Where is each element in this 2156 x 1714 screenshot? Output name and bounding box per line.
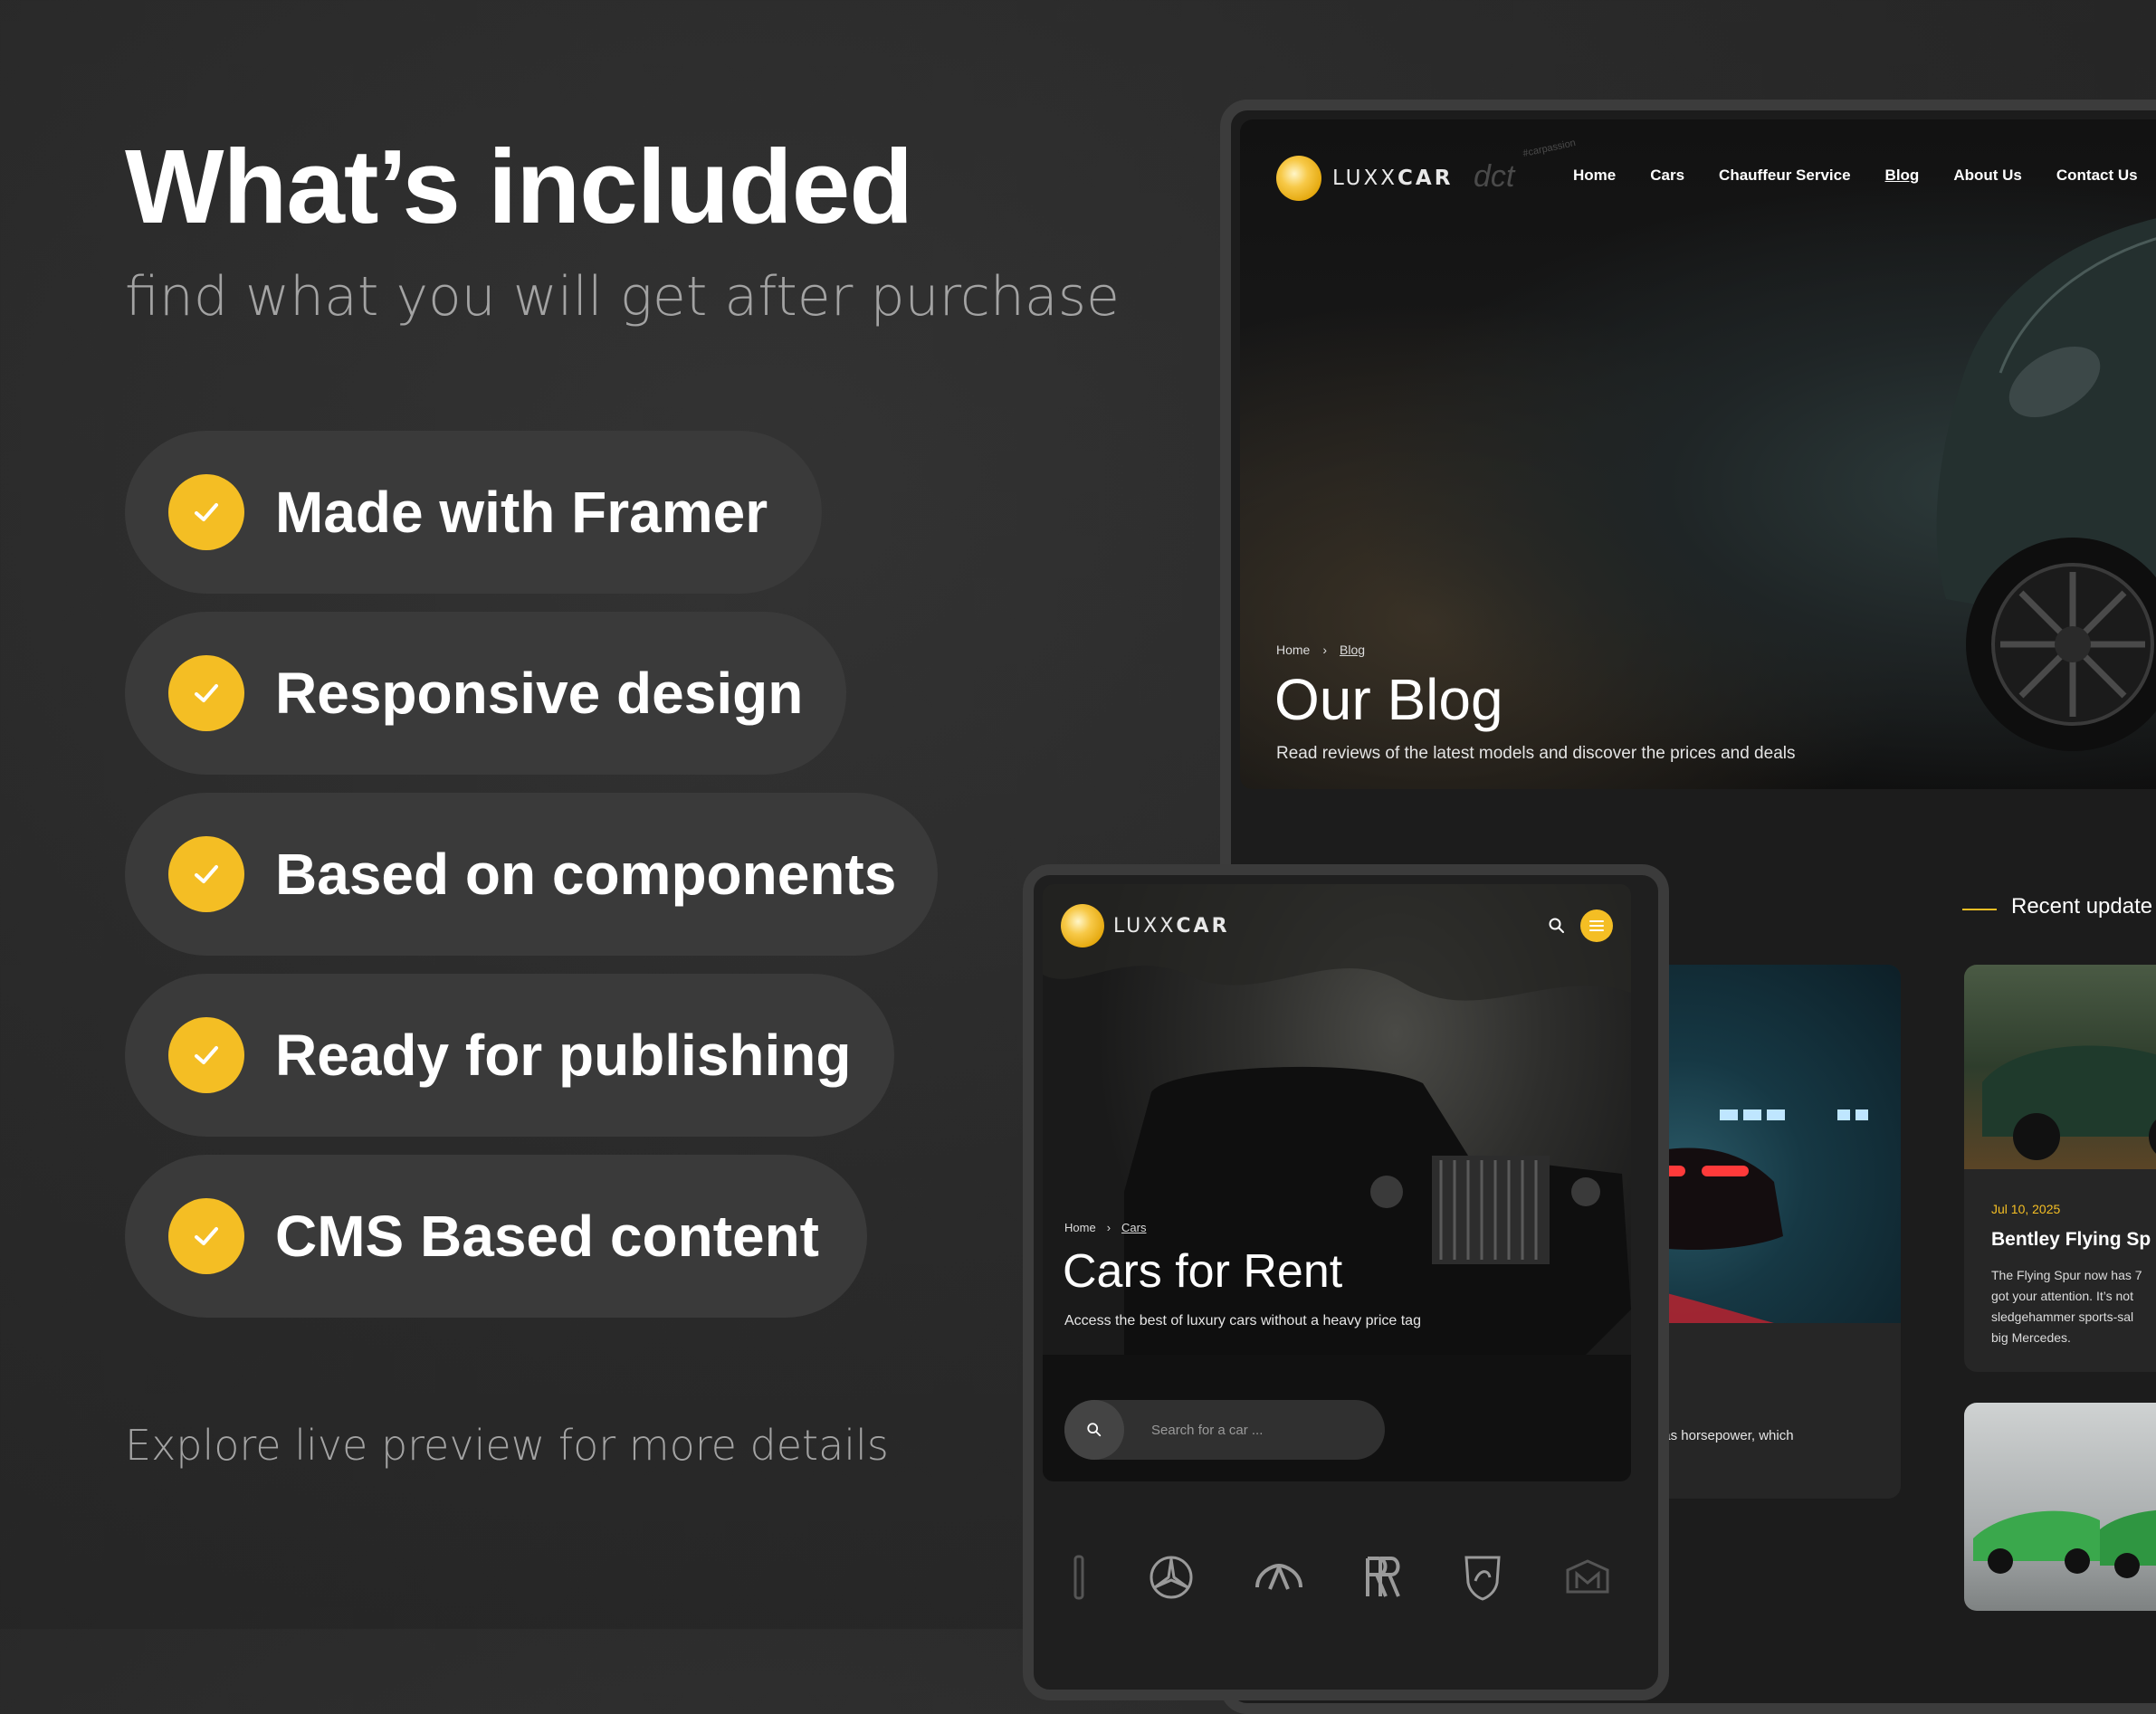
- main-nav: Home Cars Chauffeur Service Blog About U…: [1573, 167, 2156, 185]
- lincoln-icon[interactable]: [1070, 1555, 1088, 1600]
- breadcrumb: Home › Blog: [1276, 643, 1365, 657]
- brand-name-bold: CAR: [1398, 167, 1454, 190]
- cars-hero: LUXXCAR Home › Cars Cars for Rent Access…: [1043, 884, 1631, 1481]
- feature-label: Made with Framer: [275, 480, 768, 545]
- maybach-icon[interactable]: [1562, 1557, 1613, 1597]
- menu-button[interactable]: [1580, 909, 1613, 942]
- brand-logo[interactable]: LUXXCAR: [1276, 156, 1453, 201]
- tablet-mockup: LUXXCAR Home › Cars Cars for Rent Access…: [1023, 864, 1669, 1700]
- brand-name-light: LUXX: [1113, 914, 1177, 938]
- chevron-right-icon: ›: [1106, 1221, 1111, 1234]
- breadcrumb: Home › Cars: [1064, 1221, 1146, 1234]
- search-button[interactable]: [1064, 1400, 1124, 1460]
- mercedes-icon[interactable]: [1148, 1554, 1195, 1601]
- car-image: [1936, 218, 2156, 751]
- watermark-logo: dct: [1474, 159, 1515, 194]
- nav-about-us[interactable]: About Us: [1953, 167, 2022, 185]
- breadcrumb-home[interactable]: Home: [1064, 1221, 1096, 1234]
- nav-cars[interactable]: Cars: [1650, 167, 1684, 185]
- headline: What’s included: [125, 128, 913, 245]
- feature-pill: Ready for publishing: [125, 974, 894, 1137]
- breadcrumb-home[interactable]: Home: [1276, 643, 1310, 657]
- excerpt-line: got your attention. It’s not: [1991, 1289, 2133, 1303]
- brand-logos: [1070, 1554, 1613, 1601]
- brand-name-bold: CAR: [1176, 914, 1230, 938]
- check-icon: [168, 836, 244, 912]
- logo-icon: [1276, 156, 1321, 201]
- check-icon: [168, 1198, 244, 1274]
- lamborghini-icon[interactable]: [1463, 1554, 1503, 1601]
- check-icon: [168, 655, 244, 731]
- logo-icon: [1061, 904, 1104, 947]
- accent-line: [1962, 909, 1997, 910]
- excerpt-line: sledgehammer sports-sal: [1991, 1309, 2134, 1324]
- rolls-royce-icon[interactable]: [1364, 1555, 1404, 1600]
- car-image: [1043, 884, 1631, 1481]
- feature-pill: Responsive design: [125, 612, 846, 775]
- explore-text: Explore live preview for more details: [125, 1421, 889, 1470]
- feature-label: Based on components: [275, 842, 897, 907]
- check-icon: [168, 1017, 244, 1093]
- feature-pill: CMS Based content: [125, 1155, 867, 1318]
- nav-blog[interactable]: Blog: [1885, 167, 1920, 185]
- recent-post-image: [1964, 965, 2156, 1169]
- recent-post-date: Jul 10, 2025: [1991, 1202, 2061, 1216]
- recent-post-image: [1964, 1403, 2156, 1611]
- recent-post-card[interactable]: [1964, 1403, 2156, 1611]
- feature-label: Ready for publishing: [275, 1023, 852, 1088]
- feature-label: Responsive design: [275, 661, 804, 726]
- nav-home[interactable]: Home: [1573, 167, 1616, 185]
- page-subtitle: Access the best of luxury cars without a…: [1064, 1313, 1421, 1328]
- blog-hero: LUXXCAR dct #carpassion Home Cars Chauff…: [1240, 119, 2156, 789]
- recent-post-excerpt: The Flying Spur now has 7 got your atten…: [1991, 1265, 2142, 1348]
- feature-label: CMS Based content: [275, 1204, 819, 1269]
- page-title: Cars for Rent: [1063, 1245, 1343, 1298]
- brand-logo[interactable]: LUXXCAR: [1061, 904, 1230, 947]
- infiniti-icon[interactable]: [1254, 1562, 1304, 1593]
- search-icon[interactable]: [1548, 917, 1566, 939]
- breadcrumb-current[interactable]: Blog: [1340, 643, 1365, 657]
- page-subtitle: Read reviews of the latest models and di…: [1276, 744, 1796, 763]
- watermark-tag: #carpassion: [1522, 137, 1577, 160]
- page-title: Our Blog: [1274, 667, 1503, 732]
- nav-chauffeur-service[interactable]: Chauffeur Service: [1719, 167, 1851, 185]
- breadcrumb-current[interactable]: Cars: [1121, 1221, 1146, 1234]
- excerpt-line: The Flying Spur now has 7: [1991, 1268, 2142, 1282]
- recent-post-title: Bentley Flying Sp: [1991, 1229, 2151, 1250]
- feature-pill: Based on components: [125, 793, 938, 956]
- excerpt-line: big Mercedes.: [1991, 1330, 2071, 1345]
- search-bar[interactable]: Search for a car ...: [1064, 1400, 1385, 1460]
- feature-pill: Made with Framer: [125, 431, 822, 594]
- recent-post-card[interactable]: Jul 10, 2025 Bentley Flying Sp The Flyin…: [1964, 965, 2156, 1372]
- search-input[interactable]: Search for a car ...: [1151, 1423, 1263, 1438]
- chevron-right-icon: ›: [1322, 643, 1328, 657]
- menu-icon: [1589, 920, 1604, 931]
- brand-name-light: LUXX: [1332, 167, 1398, 190]
- recent-updates-heading: Recent update: [2011, 894, 2153, 919]
- subheadline: find what you will get after purchase: [125, 265, 1120, 329]
- search-icon: [1087, 1423, 1102, 1437]
- nav-contact-us[interactable]: Contact Us: [2056, 167, 2138, 185]
- check-icon: [168, 474, 244, 550]
